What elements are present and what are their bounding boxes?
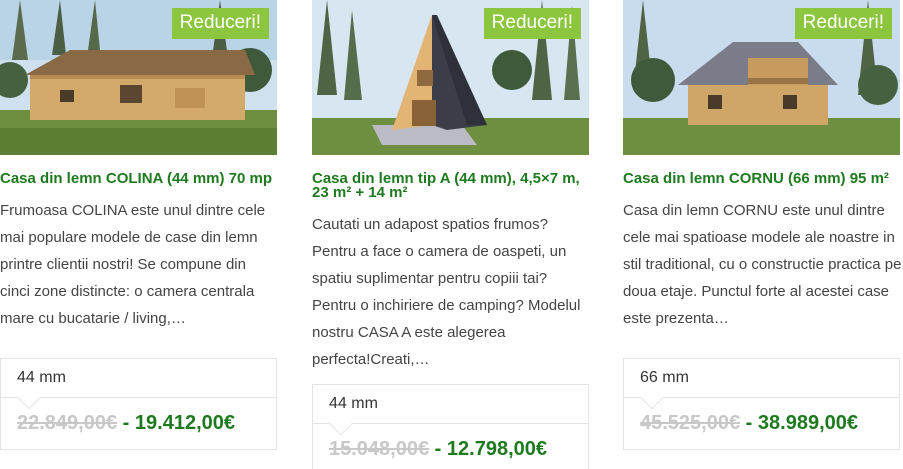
product-description: Cautati un adapost spatios frumos? Pentr… bbox=[312, 216, 581, 368]
product-description: Frumoasa COLINA este unul dintre cele ma… bbox=[0, 202, 266, 327]
old-price: 15.048,00€ bbox=[329, 438, 430, 460]
price: 22.849,00€ - 19.412,00€ bbox=[1, 398, 276, 449]
variant-option[interactable]: 44 mm bbox=[313, 385, 588, 436]
product-title[interactable]: Casa din lemn tip A (44 mm), 4,5×7 m, 23… bbox=[312, 171, 590, 200]
price: 15.048,00€ - 12.798,00€ bbox=[313, 424, 588, 469]
new-price: 38.989,00€ bbox=[757, 412, 859, 434]
product-title[interactable]: Casa din lemn COLINA (44 mm) 70 mp bbox=[0, 171, 278, 186]
old-price: 22.849,00€ bbox=[17, 412, 118, 434]
old-price: 45.525,00€ bbox=[640, 412, 741, 434]
price-separator: - bbox=[122, 412, 130, 434]
sale-badge: Reduceri! bbox=[794, 8, 892, 39]
price: 45.525,00€ - 38.989,00€ bbox=[624, 398, 899, 449]
product-card: Reduceri! Casa din lemn COLINA (44 mm) 7… bbox=[0, 0, 278, 450]
product-image-link[interactable]: Reduceri! bbox=[312, 0, 589, 155]
product-image-link[interactable]: Reduceri! bbox=[0, 0, 277, 155]
variant-box: 44 mm 22.849,00€ - 19.412,00€ bbox=[0, 358, 277, 450]
new-price: 19.412,00€ bbox=[134, 412, 236, 434]
variant-label: 44 mm bbox=[329, 395, 378, 412]
sale-badge: Reduceri! bbox=[171, 8, 269, 39]
new-price: 12.798,00€ bbox=[446, 438, 548, 460]
product-card: Reduceri! Casa din lemn tip A (44 mm), 4… bbox=[312, 0, 590, 469]
price-separator: - bbox=[434, 438, 442, 460]
product-card: Reduceri! Casa din lemn CORNU (66 mm) 95… bbox=[623, 0, 903, 450]
product-description: Casa din lemn CORNU este unul dintre cel… bbox=[623, 202, 902, 327]
product-title[interactable]: Casa din lemn CORNU (66 mm) 95 m² bbox=[623, 171, 903, 186]
variant-box: 44 mm 15.048,00€ - 12.798,00€ bbox=[312, 384, 589, 469]
variant-option[interactable]: 66 mm bbox=[624, 359, 899, 410]
product-image-link[interactable]: Reduceri! bbox=[623, 0, 900, 155]
variant-option[interactable]: 44 mm bbox=[1, 359, 276, 410]
variant-box: 66 mm 45.525,00€ - 38.989,00€ bbox=[623, 358, 900, 450]
sale-badge: Reduceri! bbox=[483, 8, 581, 39]
price-separator: - bbox=[745, 412, 753, 434]
variant-label: 66 mm bbox=[640, 369, 689, 386]
variant-label: 44 mm bbox=[17, 369, 66, 386]
